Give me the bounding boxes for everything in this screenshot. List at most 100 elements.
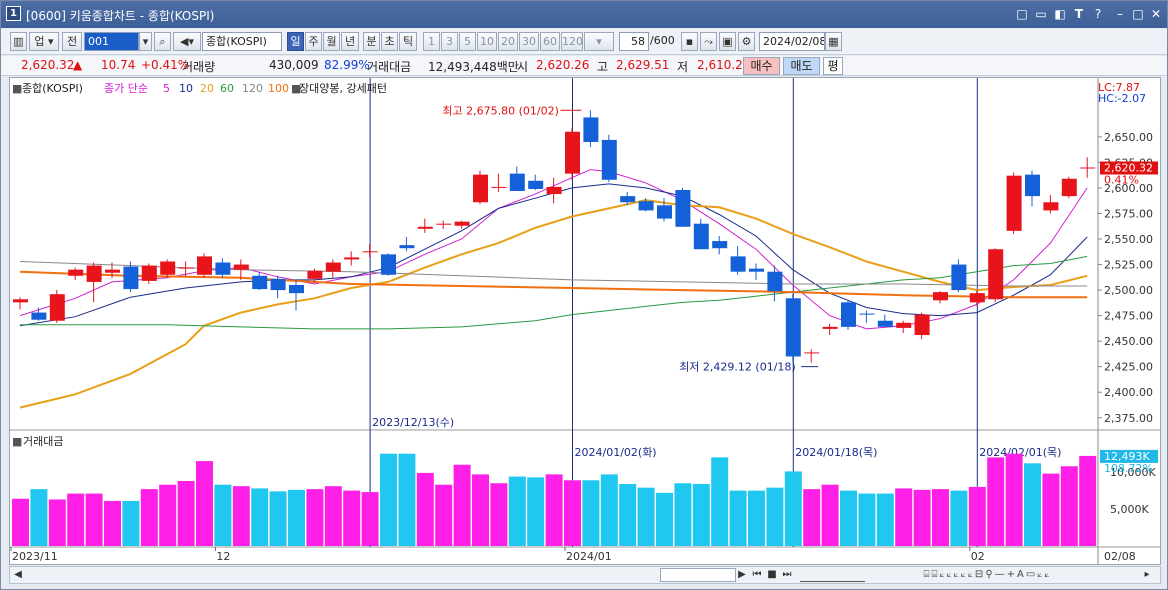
period-month[interactable]: 월: [323, 32, 340, 51]
title-bar[interactable]: 1 [0600] 키움종합차트 - 종합(KOSPI) □ ▭ ◧ T ? – …: [1, 1, 1167, 28]
maximize-button[interactable]: □: [1130, 6, 1146, 22]
sell-button[interactable]: 매도: [783, 57, 820, 75]
up-arrow-icon: ▲: [73, 58, 83, 72]
candle-body: [914, 314, 930, 336]
scroll-left-icon[interactable]: ◀: [12, 568, 24, 582]
minimize-button[interactable]: –: [1112, 6, 1128, 22]
volume-bar: [619, 483, 637, 546]
last-page-icon[interactable]: ⏭: [781, 568, 793, 582]
first-page-icon[interactable]: ⏮: [751, 568, 763, 582]
legend-ma120[interactable]: 120: [242, 82, 263, 95]
volume-bar: [1060, 466, 1078, 546]
volume-bar: [692, 483, 710, 546]
candle-body: [307, 270, 323, 279]
stop-icon[interactable]: ■: [766, 568, 778, 582]
period-tick[interactable]: 틱: [399, 32, 417, 51]
legend-main[interactable]: 종합(KOSPI): [22, 82, 83, 95]
high-value: 2,629.51: [616, 58, 670, 72]
legend-ma10[interactable]: 10: [179, 82, 193, 95]
tool-more-icon[interactable]: ▸: [1138, 568, 1156, 582]
interval-10[interactable]: 10: [477, 32, 497, 51]
name-field: 종합(KOSPI): [202, 32, 282, 51]
drawing-tools-icon[interactable]: ⌸⌸⟀⟀⟀⟀⟀⊟⚲—+A▭⟀⟀: [875, 568, 1100, 582]
legend-ma20[interactable]: 20: [200, 82, 214, 95]
period-week[interactable]: 주: [305, 32, 322, 51]
moving-averages: [19, 169, 1088, 409]
period-minute[interactable]: 분: [363, 32, 380, 51]
volume-bar: [656, 492, 673, 546]
volume-bar: [729, 490, 747, 546]
count-input[interactable]: 58: [619, 32, 649, 51]
eval-button[interactable]: 평: [823, 57, 843, 75]
candle-settings-icon[interactable]: ▪: [681, 32, 698, 51]
interval-5[interactable]: 5: [459, 32, 476, 51]
app-icon: 1: [6, 6, 21, 21]
period-second[interactable]: 초: [381, 32, 398, 51]
candle-body: [454, 221, 470, 226]
interval-20[interactable]: 20: [498, 32, 518, 51]
chart-area[interactable]: 2023/12/13(수) 2024/01/02(화) 2024/01/18(목) 2…: [9, 77, 1161, 565]
amount-label: 거래대금: [367, 60, 412, 74]
speaker-icon[interactable]: ◀▾: [173, 32, 201, 51]
volume-bar: [821, 484, 839, 546]
legend-ma-title[interactable]: 종가 단순: [104, 82, 148, 95]
market-select[interactable]: 업 ▾: [29, 32, 59, 51]
chart-scrollbar[interactable]: ◀ ▶ ⏮ ■ ⏭ ⌸⌸⟀⟀⟀⟀⟀⊟⚲—+A▭⟀⟀ ▸: [9, 566, 1161, 584]
price-tick-label: 2,400.00: [1104, 386, 1153, 399]
zoom-slider[interactable]: [800, 568, 865, 582]
volume-bar: [674, 483, 692, 546]
volume-legend[interactable]: 거래대금: [23, 435, 63, 448]
interval-60[interactable]: 60: [540, 32, 560, 51]
help-icon[interactable]: ?: [1090, 6, 1106, 22]
price-tick-label: 2,450.00: [1104, 335, 1153, 348]
candle-body: [657, 205, 672, 219]
close-button[interactable]: ✕: [1148, 6, 1164, 22]
interval-120[interactable]: 120: [561, 32, 583, 51]
price-tick-label: 2,575.00: [1104, 207, 1153, 220]
window-tile-icon[interactable]: ▭: [1033, 6, 1049, 22]
candle-body: [1043, 202, 1059, 211]
legend-ma100[interactable]: 100: [268, 82, 289, 95]
layout-icon[interactable]: ◧: [1052, 6, 1068, 22]
legend-ma5[interactable]: 5: [163, 82, 170, 95]
candle-body: [896, 322, 912, 328]
legend-marker: ■: [12, 82, 22, 95]
jeon-button[interactable]: 전: [62, 32, 82, 51]
open-label: 시: [517, 60, 529, 74]
price-tick-label: 2,375.00: [1104, 412, 1153, 425]
legend-pattern[interactable]: 장대양봉, 강세패턴: [299, 82, 387, 95]
link-icon[interactable]: □: [1014, 6, 1030, 22]
calendar-icon[interactable]: ▦: [825, 32, 842, 51]
date-input[interactable]: 2024/02/08: [759, 32, 825, 51]
candle-body: [730, 256, 746, 272]
volume-bar: [251, 488, 269, 546]
panel-toggle-icon[interactable]: ▥: [10, 32, 27, 51]
candle-body: [141, 265, 157, 281]
volume-label: 거래량: [182, 60, 216, 74]
low-value: 2,610.2: [697, 58, 743, 72]
volume-bar: [288, 489, 305, 546]
search-icon[interactable]: ⌕: [154, 32, 171, 51]
save-icon[interactable]: ▣: [719, 32, 736, 51]
code-input[interactable]: 001: [84, 32, 139, 51]
price-tick-label: 2,650.00: [1104, 131, 1153, 144]
legend-ma60[interactable]: 60: [220, 82, 234, 95]
interval-3[interactable]: 3: [441, 32, 458, 51]
gear-icon[interactable]: ⚙: [738, 32, 755, 51]
scroll-right-icon[interactable]: ▶: [736, 568, 748, 582]
indicator-icon[interactable]: ⤳: [700, 32, 717, 51]
interval-30[interactable]: 30: [519, 32, 539, 51]
price-tick-label: 2,475.00: [1104, 310, 1153, 323]
code-dropdown-icon[interactable]: ▾: [139, 32, 152, 51]
period-year[interactable]: 년: [341, 32, 359, 51]
candle-body: [325, 262, 341, 272]
interval-1[interactable]: 1: [423, 32, 440, 51]
price-tick-label: 2,500.00: [1104, 284, 1153, 297]
font-icon[interactable]: T: [1071, 6, 1087, 22]
candle-body: [160, 261, 176, 275]
interval-dropdown[interactable]: ▾: [584, 32, 614, 51]
period-day[interactable]: 일: [287, 32, 304, 51]
buy-button[interactable]: 매수: [743, 57, 780, 75]
scroll-thumb[interactable]: [660, 568, 736, 582]
price-volume-chart[interactable]: 2023/12/13(수) 2024/01/02(화) 2024/01/18(목) 2…: [10, 78, 1160, 564]
